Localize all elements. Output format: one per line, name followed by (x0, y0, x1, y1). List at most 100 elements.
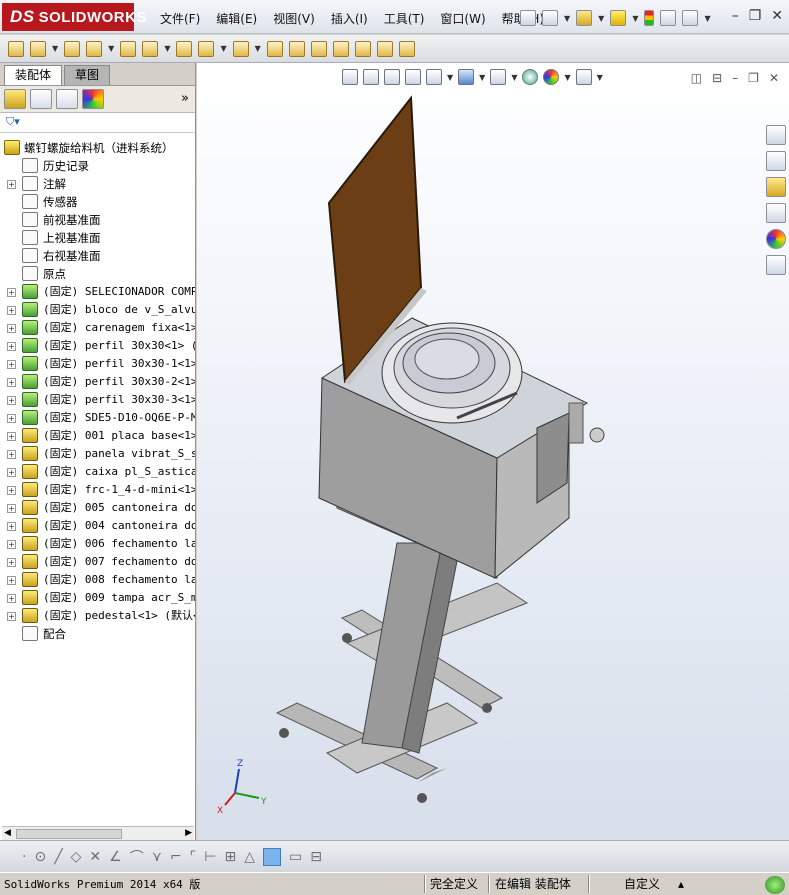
appearances-icon[interactable] (766, 229, 786, 249)
expand-toggle[interactable]: + (7, 468, 16, 477)
dimension-icon[interactable]: ⌐ (170, 849, 182, 865)
relation-icon[interactable]: △ (244, 849, 255, 865)
insert-component-icon[interactable] (8, 40, 24, 57)
3d-view-icon[interactable] (262, 847, 281, 866)
rebuild-indicator-icon[interactable] (765, 876, 785, 894)
polygon-icon[interactable]: ◇ (71, 849, 82, 865)
circle-icon[interactable]: ⊙ (34, 849, 46, 865)
menu-file[interactable]: 文件(F) (152, 9, 208, 29)
exploded-view-icon[interactable] (310, 40, 327, 57)
expand-toggle[interactable]: + (7, 594, 16, 603)
expand-toggle[interactable]: + (7, 450, 16, 459)
tree-item-label: (固定) 005 cantoneira do (43, 501, 195, 514)
expand-toggle[interactable]: + (7, 360, 16, 369)
expand-toggle[interactable]: + (7, 504, 16, 513)
line-icon[interactable]: ╱ (54, 849, 62, 865)
point-icon[interactable]: · (22, 849, 26, 865)
assembly-features-icon[interactable] (198, 40, 215, 57)
reference-geometry-icon[interactable] (232, 40, 249, 57)
status-units-arrow[interactable]: ▴ (678, 876, 684, 893)
menu-insert[interactable]: 插入(I) (323, 9, 376, 29)
help-icon[interactable] (682, 10, 699, 26)
custom-properties-icon[interactable] (766, 255, 786, 275)
configuration-manager-icon[interactable] (56, 89, 78, 109)
chevron-down-icon[interactable]: ▼ (255, 44, 261, 53)
expand-toggle[interactable]: + (7, 558, 16, 567)
view-palette-icon[interactable] (766, 203, 786, 223)
graphics-area[interactable]: ▼ ▼ ▼ ▼ ▼ ◫ ⊟ – ❐ ✕ Z Y X (197, 63, 789, 840)
menu-tools[interactable]: 工具(T) (376, 9, 433, 29)
expand-toggle[interactable]: + (7, 288, 16, 297)
expand-toggle[interactable]: + (7, 378, 16, 387)
design-library-icon[interactable] (766, 151, 786, 171)
file-explorer-icon[interactable] (766, 177, 786, 197)
chevron-down-icon[interactable]: ▼ (632, 14, 638, 23)
new-document-icon[interactable] (542, 10, 558, 26)
mate-icon[interactable] (64, 40, 81, 57)
minimize-button[interactable]: – (732, 8, 739, 24)
chevron-down-icon[interactable]: ▼ (220, 44, 226, 53)
open-folder-icon[interactable] (576, 10, 593, 26)
tab-assembly[interactable]: 装配体 (4, 65, 63, 85)
status-units[interactable]: 自定义 (624, 876, 660, 893)
expand-toggle[interactable]: + (7, 486, 16, 495)
feature-manager-icon[interactable] (4, 89, 26, 109)
linear-pattern-icon[interactable] (86, 40, 103, 57)
more-tabs-button[interactable]: » (181, 91, 189, 106)
property-manager-icon[interactable] (30, 89, 52, 109)
window-icon[interactable]: ▭ (289, 849, 302, 865)
bill-of-materials-icon[interactable] (288, 40, 305, 57)
explode-line-sketch-icon[interactable] (332, 40, 349, 57)
smart-dimension-icon[interactable]: ⊢ (204, 849, 216, 865)
grid-icon[interactable]: ⊞ (224, 849, 236, 865)
chevron-down-icon[interactable]: ▼ (52, 44, 58, 53)
traffic-light-icon[interactable] (644, 10, 655, 26)
scroll-left-icon[interactable]: ◀ (4, 828, 11, 838)
rectangle-icon[interactable]: ⌜ (190, 849, 197, 865)
chevron-down-icon[interactable]: ▼ (164, 44, 170, 53)
display-manager-icon[interactable] (82, 89, 104, 109)
expand-toggle[interactable]: + (7, 432, 16, 441)
expand-toggle[interactable]: + (7, 306, 16, 315)
chevron-down-icon[interactable]: ▼ (704, 14, 710, 23)
move-component-icon[interactable] (142, 40, 159, 57)
new-motion-study-icon[interactable] (266, 40, 283, 57)
instant3d-icon[interactable] (376, 40, 393, 57)
expand-toggle[interactable]: + (7, 540, 16, 549)
chevron-down-icon[interactable]: ▼ (108, 44, 114, 53)
expand-toggle[interactable]: + (7, 522, 16, 531)
offset-icon[interactable]: ⌒ (130, 847, 144, 867)
expand-toggle[interactable]: + (7, 396, 16, 405)
angle-icon[interactable]: ∠ (109, 849, 122, 865)
home-icon[interactable] (766, 125, 786, 145)
pin-icon[interactable] (520, 10, 536, 26)
expand-toggle[interactable]: + (7, 612, 16, 621)
chevron-down-icon[interactable]: ▼ (564, 14, 570, 23)
options-icon[interactable] (660, 10, 677, 26)
close-button[interactable]: ✕ (771, 8, 783, 24)
menu-window[interactable]: 窗口(W) (432, 9, 493, 29)
scroll-thumb[interactable] (16, 829, 122, 839)
menu-view[interactable]: 视图(V) (265, 9, 323, 29)
expand-toggle[interactable]: + (7, 414, 16, 423)
expand-toggle[interactable]: + (7, 576, 16, 585)
horizontal-scrollbar[interactable]: ◀ ▶ (2, 826, 194, 840)
restore-button[interactable]: ❐ (749, 8, 762, 24)
expand-toggle[interactable]: + (7, 324, 16, 333)
trim-icon[interactable]: ✕ (89, 849, 101, 865)
new-part-icon[interactable] (30, 40, 46, 57)
large-design-review-icon[interactable] (398, 40, 415, 57)
interference-detection-icon[interactable] (354, 40, 371, 57)
expand-toggle[interactable]: + (7, 180, 16, 189)
tab-sketch[interactable]: 草图 (64, 65, 111, 85)
warning-icon[interactable] (610, 10, 627, 26)
menu-edit[interactable]: 编辑(E) (208, 9, 265, 29)
expand-toggle[interactable]: + (7, 342, 16, 351)
scroll-right-icon[interactable]: ▶ (185, 828, 192, 838)
mirror-icon[interactable]: ⋎ (152, 849, 162, 865)
smart-fasteners-icon[interactable] (120, 40, 137, 57)
show-hidden-icon[interactable] (176, 40, 193, 57)
chevron-down-icon[interactable]: ▼ (598, 14, 604, 23)
tree-filter[interactable]: ⛉▾ (0, 113, 195, 133)
table-icon[interactable]: ⊟ (310, 849, 322, 865)
